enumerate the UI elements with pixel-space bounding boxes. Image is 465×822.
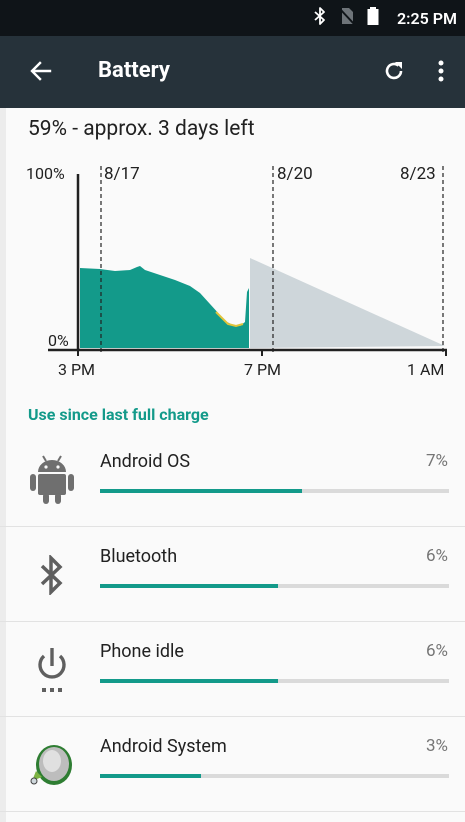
date-label-1: 8/17 — [104, 164, 140, 184]
status-bar: 2:25 PM — [0, 0, 465, 36]
time-label-1: 3 PM — [58, 360, 95, 379]
date-label-2: 8/20 — [277, 164, 313, 184]
bluetooth-icon — [313, 7, 327, 29]
battery-chart-svg: 100% 0% 8/17 8/20 8/23 3 PM 7 PM 1 AM — [26, 164, 447, 379]
usage-section-header: Use since last full charge — [28, 405, 209, 424]
overflow-menu-button[interactable] — [429, 56, 453, 86]
android-system-icon — [24, 737, 80, 793]
back-button[interactable] — [26, 56, 56, 86]
battery-summary: 59% - approx. 3 days left — [28, 117, 255, 141]
usage-bar-fill — [100, 489, 303, 493]
app-usage-row-android-system[interactable]: Android System 3% — [0, 717, 465, 812]
app-percent: 6% — [425, 546, 448, 566]
time-label-3: 1 AM — [407, 360, 444, 379]
status-icons: 2:25 PM — [313, 0, 457, 36]
date-label-3: 8/23 — [400, 164, 436, 184]
usage-bar-track — [100, 584, 449, 588]
status-time: 2:25 PM — [396, 8, 457, 28]
app-name: Android System — [100, 736, 227, 757]
battery-icon — [367, 7, 379, 29]
predicted-usage-area — [250, 258, 445, 348]
usage-bar-fill — [100, 584, 278, 588]
no-sim-icon — [339, 7, 355, 29]
app-percent: 3% — [425, 736, 448, 756]
time-label-2: 7 PM — [244, 360, 281, 379]
bluetooth-icon — [24, 547, 80, 603]
app-name: Android OS — [100, 451, 191, 472]
battery-level-area — [80, 266, 249, 348]
usage-bar-track — [100, 489, 449, 493]
app-bar: Battery — [0, 36, 465, 108]
app-percent: 6% — [425, 641, 448, 661]
usage-bar-track — [100, 679, 449, 683]
refresh-icon — [385, 62, 403, 80]
app-name: Phone idle — [100, 641, 184, 662]
android-icon — [24, 452, 80, 508]
y-label-bottom: 0% — [48, 331, 69, 350]
app-usage-row-bluetooth[interactable]: Bluetooth 6% — [0, 527, 465, 622]
y-label-top: 100% — [26, 164, 65, 183]
app-usage-row-android-os[interactable]: Android OS 7% — [0, 432, 465, 527]
app-name: Bluetooth — [100, 546, 178, 567]
arrow-back-icon — [30, 61, 52, 81]
battery-history-chart[interactable]: 100% 0% 8/17 8/20 8/23 3 PM 7 PM 1 AM — [0, 150, 465, 390]
power-icon — [24, 642, 80, 698]
refresh-button[interactable] — [379, 56, 409, 86]
more-vert-icon — [438, 60, 444, 82]
app-usage-row-phone-idle[interactable]: Phone idle 6% — [0, 622, 465, 717]
page-title: Battery — [98, 58, 170, 83]
app-percent: 7% — [425, 451, 448, 471]
usage-bar-fill — [100, 679, 278, 683]
usage-bar-track — [100, 774, 449, 778]
usage-bar-fill — [100, 774, 202, 778]
